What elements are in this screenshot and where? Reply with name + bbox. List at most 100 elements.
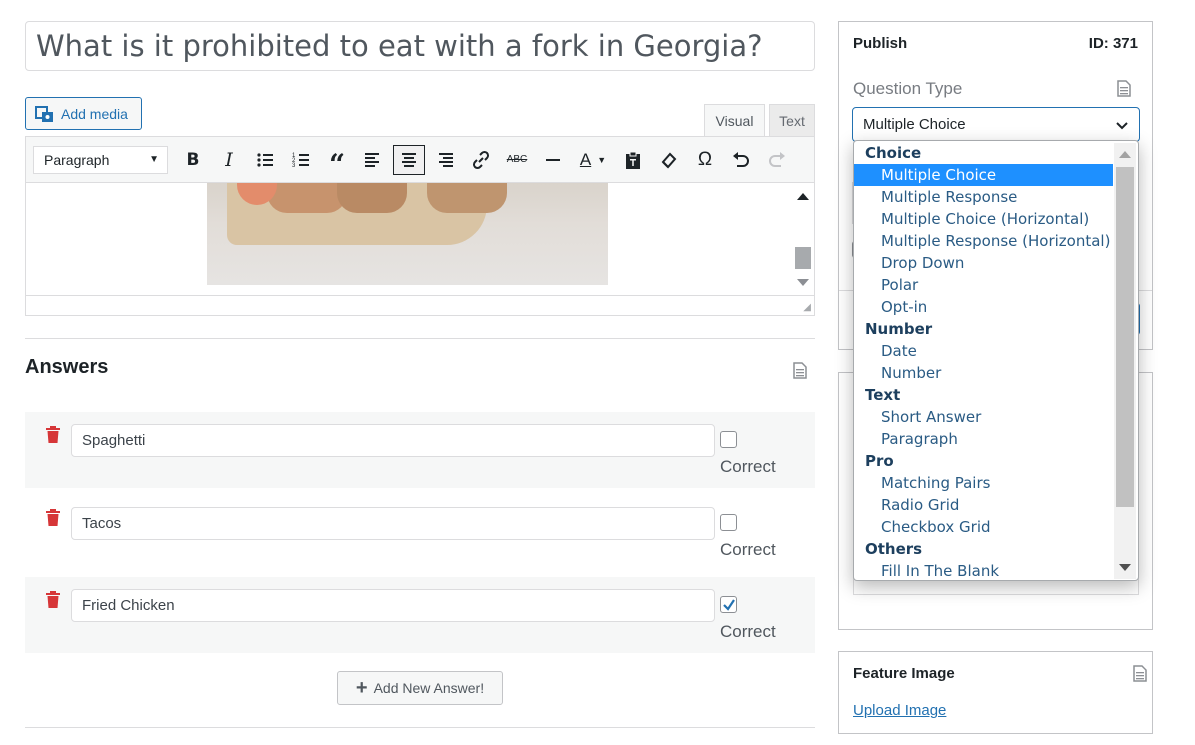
content-editor[interactable]: Paragraph ▼ B I 123 “ ABC A ▼ Ω ◢ bbox=[25, 136, 815, 316]
answer-input[interactable]: Spaghetti bbox=[71, 424, 715, 457]
trash-icon[interactable] bbox=[45, 591, 61, 609]
trash-icon[interactable] bbox=[45, 509, 61, 527]
paste-text-icon[interactable] bbox=[615, 143, 651, 177]
editor-toolbar: Paragraph ▼ B I 123 “ ABC A ▼ Ω bbox=[26, 137, 814, 183]
media-icon bbox=[35, 105, 53, 122]
dropdown-option[interactable]: Paragraph bbox=[854, 428, 1113, 450]
align-center-icon[interactable] bbox=[393, 144, 425, 175]
dropdown-option[interactable]: Multiple Response (Horizontal) bbox=[854, 230, 1113, 252]
correct-label: Correct bbox=[720, 622, 776, 641]
question-type-select[interactable]: Multiple Choice bbox=[852, 107, 1140, 142]
blockquote-icon[interactable]: “ bbox=[319, 143, 355, 181]
add-media-label: Add media bbox=[61, 105, 128, 122]
dropdown-option[interactable]: Checkbox Grid bbox=[854, 516, 1113, 538]
special-character-icon[interactable]: Ω bbox=[687, 143, 723, 177]
correct-checkbox[interactable] bbox=[720, 514, 737, 531]
strikethrough-icon[interactable]: ABC bbox=[499, 143, 535, 177]
dropdown-option[interactable]: Radio Grid bbox=[854, 494, 1113, 516]
document-icon bbox=[793, 362, 807, 379]
scroll-down-icon[interactable] bbox=[797, 279, 809, 286]
dropdown-scrollbar[interactable] bbox=[1114, 143, 1136, 579]
publish-title: Publish bbox=[853, 35, 908, 52]
optgroup-label: Text bbox=[865, 386, 901, 404]
answer-row: Tacos Correct bbox=[25, 495, 815, 571]
question-type-dropdown[interactable]: Choice Multiple Choice Multiple Response… bbox=[853, 140, 1139, 581]
question-id: ID: 371 bbox=[1088, 35, 1138, 52]
optgroup-label: Number bbox=[865, 320, 933, 338]
upload-image-link[interactable]: Upload Image bbox=[853, 702, 946, 719]
optgroup-label: Pro bbox=[865, 452, 894, 470]
answer-input[interactable]: Tacos bbox=[71, 507, 715, 540]
editor-content[interactable] bbox=[26, 183, 814, 295]
checkmark-icon bbox=[722, 598, 735, 611]
dropdown-option[interactable]: Short Answer bbox=[854, 406, 1113, 428]
dropdown-option[interactable]: Multiple Choice bbox=[854, 164, 1113, 186]
scroll-down-icon[interactable] bbox=[1119, 564, 1131, 571]
question-title-input[interactable]: What is it prohibited to eat with a fork… bbox=[25, 21, 815, 71]
editor-scrollbar[interactable] bbox=[792, 183, 812, 295]
divider bbox=[25, 727, 815, 728]
dropdown-option[interactable]: Multiple Response bbox=[854, 186, 1113, 208]
tab-text[interactable]: Text bbox=[769, 104, 815, 137]
document-icon bbox=[1117, 80, 1131, 97]
bullet-list-icon[interactable] bbox=[247, 143, 283, 177]
image-food-shape bbox=[427, 183, 507, 213]
dropdown-option[interactable]: Date bbox=[854, 340, 1113, 362]
numbered-list-icon[interactable]: 123 bbox=[283, 143, 319, 177]
food-image[interactable] bbox=[207, 183, 608, 285]
correct-label: Correct bbox=[720, 457, 776, 476]
answer-input[interactable]: Fried Chicken bbox=[71, 589, 715, 622]
image-food-shape bbox=[267, 183, 347, 213]
image-food-shape bbox=[337, 183, 407, 213]
add-media-button[interactable]: Add media bbox=[25, 97, 142, 130]
dropdown-option[interactable]: Opt-in bbox=[854, 296, 1113, 318]
horizontal-line-icon[interactable] bbox=[535, 143, 571, 177]
trash-icon[interactable] bbox=[45, 426, 61, 444]
bold-icon[interactable]: B bbox=[175, 143, 211, 177]
correct-checkbox[interactable] bbox=[720, 596, 737, 613]
optgroup-label: Choice bbox=[865, 144, 922, 162]
dropdown-options: Choice Multiple Choice Multiple Response… bbox=[854, 142, 1113, 580]
chevron-down-icon bbox=[1116, 121, 1128, 129]
scroll-up-icon[interactable] bbox=[797, 193, 809, 200]
dropdown-option[interactable]: Number bbox=[854, 362, 1113, 384]
align-right-icon[interactable] bbox=[427, 143, 463, 177]
clear-formatting-icon[interactable] bbox=[651, 143, 687, 177]
resize-handle-icon[interactable]: ◢ bbox=[803, 302, 811, 313]
feature-image-panel: Feature Image Upload Image bbox=[838, 651, 1153, 734]
link-icon[interactable] bbox=[463, 143, 499, 177]
add-new-answer-button[interactable]: + Add New Answer! bbox=[337, 671, 503, 705]
add-new-answer-label: Add New Answer! bbox=[373, 680, 485, 696]
correct-checkbox[interactable] bbox=[720, 431, 737, 448]
answer-row: Spaghetti Correct bbox=[25, 412, 815, 488]
correct-label: Correct bbox=[720, 540, 776, 559]
answer-row: Fried Chicken Correct bbox=[25, 577, 815, 653]
dropdown-option[interactable]: Polar bbox=[854, 274, 1113, 296]
dropdown-option[interactable]: Matching Pairs bbox=[854, 472, 1113, 494]
question-type-label: Question Type bbox=[853, 79, 963, 98]
chevron-down-icon: ▼ bbox=[149, 154, 159, 165]
document-icon bbox=[1133, 665, 1147, 682]
dropdown-option[interactable]: Drop Down bbox=[854, 252, 1113, 274]
scroll-up-icon[interactable] bbox=[1119, 151, 1131, 158]
format-select-value: Paragraph bbox=[44, 151, 110, 168]
italic-icon[interactable]: I bbox=[211, 143, 247, 177]
scroll-thumb[interactable] bbox=[795, 247, 811, 269]
undo-icon[interactable] bbox=[723, 143, 759, 177]
text-color-icon[interactable]: A ▼ bbox=[571, 143, 615, 177]
optgroup-label: Others bbox=[865, 540, 923, 558]
scroll-thumb[interactable] bbox=[1116, 167, 1134, 507]
format-select[interactable]: Paragraph ▼ bbox=[33, 145, 168, 174]
svg-text:3: 3 bbox=[292, 163, 296, 169]
answers-heading: Answers bbox=[25, 356, 109, 378]
dropdown-option[interactable]: Multiple Choice (Horizontal) bbox=[854, 208, 1113, 230]
align-left-icon[interactable] bbox=[355, 143, 391, 177]
plus-icon: + bbox=[355, 677, 368, 699]
redo-icon[interactable] bbox=[759, 143, 795, 177]
editor-statusbar: ◢ bbox=[26, 295, 814, 315]
divider bbox=[25, 338, 815, 339]
dropdown-option[interactable]: Fill In The Blank bbox=[854, 560, 1113, 580]
question-type-value: Multiple Choice bbox=[863, 116, 966, 133]
tab-visual[interactable]: Visual bbox=[704, 104, 765, 137]
feature-image-title: Feature Image bbox=[853, 665, 955, 682]
